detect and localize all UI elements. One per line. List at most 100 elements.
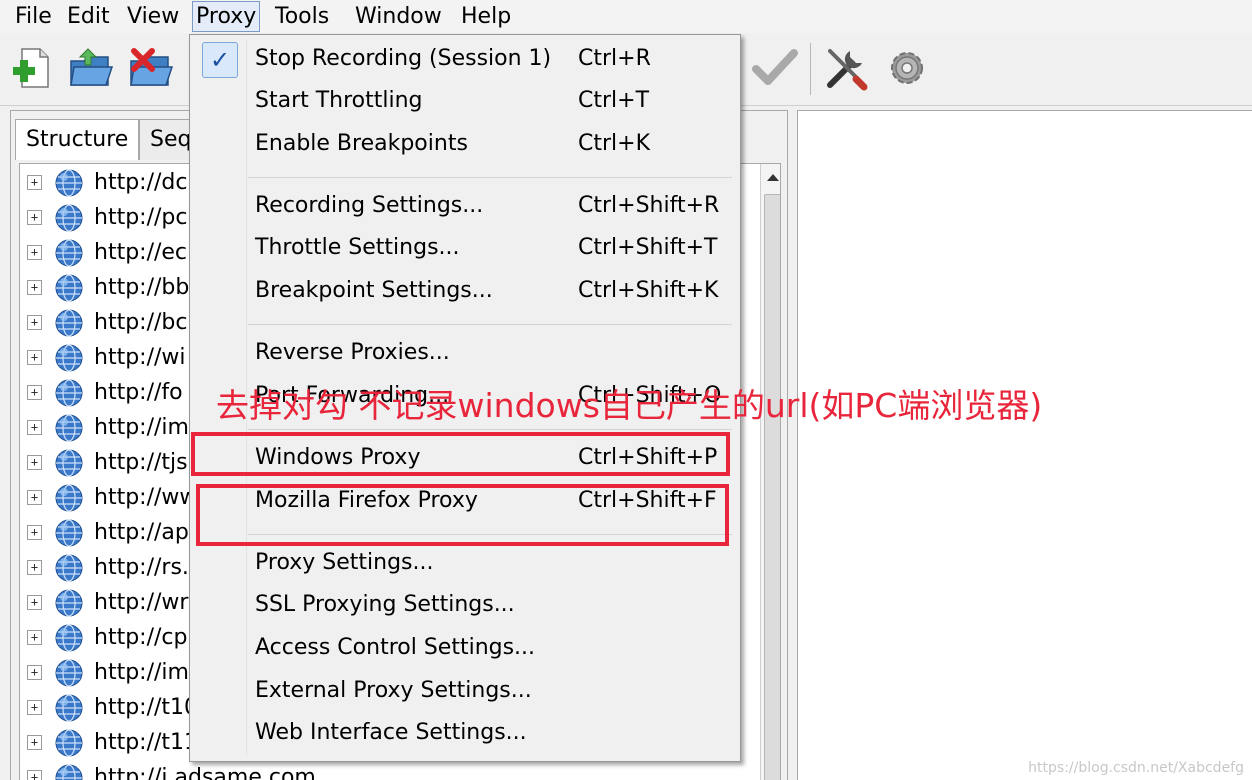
scroll-up-arrow-icon[interactable] bbox=[767, 174, 779, 181]
menu-item-label: Enable Breakpoints bbox=[255, 131, 468, 156]
globe-icon bbox=[55, 624, 83, 652]
expand-plus-icon[interactable]: + bbox=[27, 700, 42, 715]
expand-plus-icon[interactable]: + bbox=[27, 735, 42, 750]
menu-item-reverse-proxies[interactable]: Reverse Proxies... bbox=[194, 333, 734, 373]
menu-edit[interactable]: Edit bbox=[64, 0, 113, 33]
expand-plus-icon[interactable]: + bbox=[27, 420, 42, 435]
globe-icon bbox=[55, 414, 83, 442]
expand-plus-icon[interactable]: + bbox=[27, 525, 42, 540]
globe-icon bbox=[55, 239, 83, 267]
host-label: http://wi bbox=[94, 345, 186, 370]
menu-item-recording-settings[interactable]: Recording Settings... Ctrl+Shift+R bbox=[194, 186, 734, 226]
menu-item-label: Proxy Settings... bbox=[255, 550, 434, 575]
globe-icon bbox=[55, 554, 83, 582]
host-label: http://rs. bbox=[94, 555, 189, 580]
menu-item-proxy-settings[interactable]: Proxy Settings... bbox=[194, 543, 734, 583]
menu-window[interactable]: Window bbox=[352, 0, 445, 33]
menu-tools[interactable]: Tools bbox=[272, 0, 332, 33]
tree-scrollbar[interactable] bbox=[760, 164, 780, 780]
menu-file[interactable]: File bbox=[12, 0, 55, 33]
menu-item-access-control-settings[interactable]: Access Control Settings... bbox=[194, 628, 734, 668]
host-label: http://ec bbox=[94, 240, 188, 265]
open-session-icon[interactable] bbox=[68, 45, 114, 91]
menu-item-start-throttling[interactable]: Start Throttling Ctrl+T bbox=[194, 81, 734, 121]
expand-plus-icon[interactable]: + bbox=[27, 350, 42, 365]
menu-item-breakpoint-settings[interactable]: Breakpoint Settings... Ctrl+Shift+K bbox=[194, 271, 734, 311]
menu-item-web-interface-settings[interactable]: Web Interface Settings... bbox=[194, 713, 734, 753]
menu-item-label: Access Control Settings... bbox=[255, 635, 536, 660]
menu-item-stop-recording-session-1[interactable]: ✓ Stop Recording (Session 1) Ctrl+R bbox=[194, 39, 734, 79]
expand-plus-icon[interactable]: + bbox=[27, 595, 42, 610]
menu-proxy[interactable]: Proxy bbox=[192, 1, 261, 32]
menu-item-label: Reverse Proxies... bbox=[255, 340, 450, 365]
menu-item-external-proxy-settings[interactable]: External Proxy Settings... bbox=[194, 671, 734, 711]
host-label: http://i.adsame.com bbox=[94, 765, 316, 780]
menu-help[interactable]: Help bbox=[458, 0, 514, 33]
host-label: http://wr bbox=[94, 590, 189, 615]
tree-item[interactable]: + http://i.adsame.com bbox=[20, 760, 760, 780]
host-label: http://im bbox=[94, 660, 189, 685]
toolbar-separator bbox=[810, 43, 811, 95]
new-session-icon[interactable] bbox=[10, 45, 56, 91]
expand-plus-icon[interactable]: + bbox=[27, 175, 42, 190]
tools-icon[interactable] bbox=[822, 45, 868, 91]
menu-item-throttle-settings[interactable]: Throttle Settings... Ctrl+Shift+T bbox=[194, 228, 734, 268]
menu-separator bbox=[248, 177, 732, 178]
expand-plus-icon[interactable]: + bbox=[27, 455, 42, 470]
expand-plus-icon[interactable]: + bbox=[27, 245, 42, 260]
expand-plus-icon[interactable]: + bbox=[27, 490, 42, 505]
globe-icon bbox=[55, 484, 83, 512]
menu-bar: File Edit View Proxy Tools Window Help bbox=[0, 0, 1252, 33]
expand-plus-icon[interactable]: + bbox=[27, 280, 42, 295]
menu-separator bbox=[248, 429, 732, 430]
globe-icon bbox=[55, 694, 83, 722]
globe-icon bbox=[55, 764, 83, 780]
expand-plus-icon[interactable]: + bbox=[27, 315, 42, 330]
menu-item-shortcut: Ctrl+R bbox=[578, 46, 651, 71]
host-label: http://t10 bbox=[94, 695, 199, 720]
expand-plus-icon[interactable]: + bbox=[27, 210, 42, 225]
expand-plus-icon[interactable]: + bbox=[27, 665, 42, 680]
highlight-firefox-proxy bbox=[196, 484, 729, 546]
menu-item-label: SSL Proxying Settings... bbox=[255, 592, 515, 617]
host-label: http://fo bbox=[94, 380, 183, 405]
watermark: https://blog.csdn.net/Xabcdefg bbox=[1028, 760, 1244, 776]
menu-item-enable-breakpoints[interactable]: Enable Breakpoints Ctrl+K bbox=[194, 124, 734, 164]
expand-plus-icon[interactable]: + bbox=[27, 385, 42, 400]
menu-item-shortcut: Ctrl+Shift+T bbox=[578, 235, 718, 260]
scroll-thumb[interactable] bbox=[764, 194, 780, 780]
validate-check-icon[interactable] bbox=[752, 45, 798, 91]
menu-item-label: Recording Settings... bbox=[255, 193, 484, 218]
menu-item-shortcut: Ctrl+T bbox=[578, 88, 650, 113]
menu-view[interactable]: View bbox=[124, 0, 182, 33]
expand-plus-icon[interactable]: + bbox=[27, 560, 42, 575]
globe-icon bbox=[55, 204, 83, 232]
highlight-windows-proxy bbox=[191, 432, 730, 476]
host-label: http://t11 bbox=[94, 730, 199, 755]
annotation-note: 去掉对勾 不记录windows自己产生的url(如PC端浏览器) bbox=[216, 386, 1043, 425]
menu-item-label: Start Throttling bbox=[255, 88, 423, 113]
globe-icon bbox=[55, 344, 83, 372]
host-label: http://im bbox=[94, 415, 189, 440]
globe-icon bbox=[55, 169, 83, 197]
expand-plus-icon[interactable]: + bbox=[27, 770, 42, 780]
settings-gear-icon[interactable] bbox=[884, 45, 930, 91]
checkmark-icon: ✓ bbox=[202, 42, 238, 78]
close-session-icon[interactable] bbox=[128, 45, 174, 91]
menu-item-label: Web Interface Settings... bbox=[255, 720, 527, 745]
globe-icon bbox=[55, 519, 83, 547]
menu-item-ssl-proxying-settings[interactable]: SSL Proxying Settings... bbox=[194, 585, 734, 625]
globe-icon bbox=[55, 379, 83, 407]
expand-plus-icon[interactable]: + bbox=[27, 630, 42, 645]
host-label: http://pc bbox=[94, 205, 188, 230]
detail-panel bbox=[797, 110, 1252, 780]
host-label: http://bb bbox=[94, 275, 190, 300]
globe-icon bbox=[55, 659, 83, 687]
menu-item-label: Throttle Settings... bbox=[255, 235, 460, 260]
menu-item-label: External Proxy Settings... bbox=[255, 678, 532, 703]
host-label: http://ap bbox=[94, 520, 189, 545]
menu-item-label: Breakpoint Settings... bbox=[255, 278, 493, 303]
tab-structure[interactable]: Structure bbox=[15, 119, 140, 160]
host-label: http://cp bbox=[94, 625, 188, 650]
host-label: http://ww bbox=[94, 485, 198, 510]
